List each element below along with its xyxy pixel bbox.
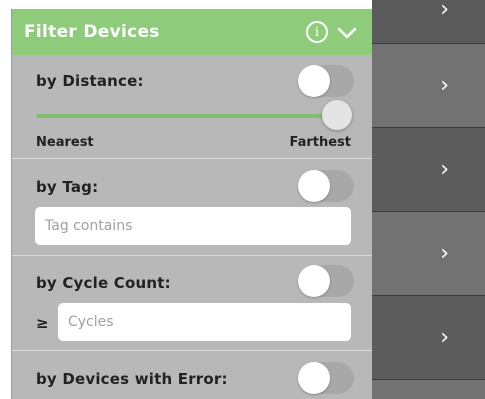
chevron-right-icon: ›: [440, 324, 449, 350]
list-item[interactable]: ›: [372, 212, 485, 296]
toggle-knob: [298, 265, 330, 297]
distance-slider-track[interactable]: [36, 114, 336, 118]
list-item[interactable]: ›: [372, 0, 485, 44]
chevron-right-icon: ›: [440, 156, 449, 182]
chevron-right-icon: ›: [440, 72, 449, 98]
chevron-down-icon[interactable]: [336, 22, 358, 44]
greater-equal-operator: ≥: [36, 314, 49, 332]
tag-filter-toggle[interactable]: [298, 170, 354, 202]
error-filter-label: by Devices with Error:: [36, 370, 228, 388]
device-list: › › › › ›: [372, 0, 485, 399]
slider-max-label: Farthest: [289, 135, 351, 150]
cycle-count-filter-toggle[interactable]: [298, 265, 354, 297]
cycles-input[interactable]: [58, 303, 351, 341]
panel-title: Filter Devices: [24, 22, 160, 42]
tag-filter-section: by Tag:: [12, 159, 372, 256]
error-filter-section: by Devices with Error:: [12, 351, 372, 399]
distance-filter-toggle[interactable]: [298, 65, 354, 97]
tag-contains-input[interactable]: [35, 207, 351, 245]
toggle-knob: [298, 362, 330, 394]
toggle-knob: [298, 170, 330, 202]
cycle-count-filter-section: by Cycle Count: ≥: [12, 256, 372, 351]
info-icon[interactable]: i: [306, 21, 328, 43]
list-item[interactable]: ›: [372, 44, 485, 128]
cycle-count-filter-label: by Cycle Count:: [36, 274, 171, 292]
chevron-right-icon: ›: [440, 240, 449, 266]
chevron-right-icon: ›: [440, 0, 449, 22]
error-filter-toggle[interactable]: [298, 362, 354, 394]
slider-min-label: Nearest: [36, 135, 94, 150]
tag-filter-label: by Tag:: [36, 178, 99, 196]
list-item[interactable]: ›: [372, 128, 485, 212]
list-item[interactable]: [372, 380, 485, 399]
filter-panel: Filter Devices i by Distance: Nearest Fa…: [11, 9, 372, 399]
toggle-knob: [298, 65, 330, 97]
distance-slider-thumb[interactable]: [322, 100, 352, 130]
distance-filter-label: by Distance:: [36, 72, 144, 90]
panel-header: Filter Devices i: [12, 9, 372, 55]
list-item[interactable]: ›: [372, 296, 485, 380]
